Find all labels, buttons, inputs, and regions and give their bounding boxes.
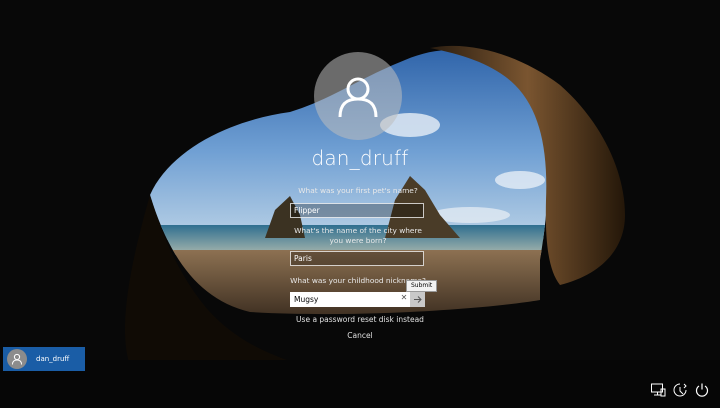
arrow-right-icon bbox=[414, 296, 422, 303]
submit-button[interactable] bbox=[410, 292, 425, 307]
question-2-label: What's the name of the city where you we… bbox=[294, 226, 422, 245]
account-name: dan_druff bbox=[36, 355, 70, 363]
user-icon bbox=[338, 77, 378, 118]
power-icon[interactable] bbox=[694, 382, 710, 398]
user-avatar bbox=[314, 52, 402, 140]
question-1-label: What was your first pet's name? bbox=[298, 186, 418, 195]
clear-text-icon[interactable]: ✕ bbox=[399, 293, 409, 303]
answer-2-field[interactable]: Paris bbox=[290, 251, 424, 266]
submit-tooltip: Submit bbox=[406, 280, 438, 292]
reset-disk-link[interactable]: Use a password reset disk instead bbox=[0, 315, 720, 324]
user-icon bbox=[12, 353, 22, 365]
login-panel: dan_druff What was your first pet's name… bbox=[0, 0, 720, 408]
username-label: dan_druff bbox=[311, 146, 409, 170]
answer-3-field[interactable]: Mugsy bbox=[290, 292, 410, 307]
account-switcher-item[interactable]: dan_druff bbox=[3, 347, 85, 371]
answer-1-field[interactable]: Flipper bbox=[290, 203, 424, 218]
ease-of-access-icon[interactable] bbox=[672, 382, 688, 398]
network-icon[interactable] bbox=[650, 382, 666, 398]
account-avatar bbox=[7, 349, 27, 369]
cancel-link[interactable]: Cancel bbox=[0, 331, 720, 340]
